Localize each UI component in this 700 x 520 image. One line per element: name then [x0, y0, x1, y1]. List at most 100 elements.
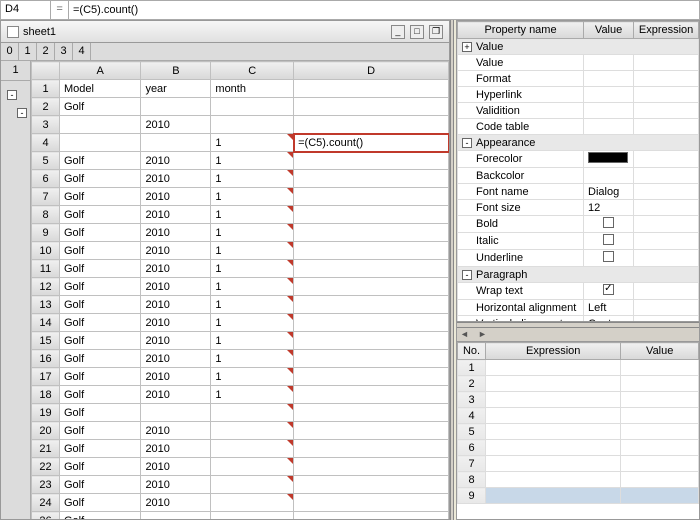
- checkbox-icon[interactable]: [603, 251, 614, 262]
- row-header[interactable]: 23: [32, 476, 60, 494]
- expr-cell-expression[interactable]: [486, 360, 621, 376]
- checkbox-icon[interactable]: [603, 284, 614, 295]
- cell-C21[interactable]: [211, 440, 294, 458]
- cell-C17[interactable]: 1: [211, 368, 294, 386]
- cell-C4[interactable]: 1: [211, 134, 294, 152]
- property-value[interactable]: Left: [584, 300, 634, 316]
- cell-C20[interactable]: [211, 422, 294, 440]
- expr-cell-value[interactable]: [621, 488, 699, 504]
- outline-level-3[interactable]: 3: [55, 43, 73, 60]
- cell-D17[interactable]: [294, 368, 449, 386]
- cell-D20[interactable]: [294, 422, 449, 440]
- row-header[interactable]: 10: [32, 242, 60, 260]
- cell-B15[interactable]: 2010: [141, 332, 211, 350]
- column-header-A[interactable]: A: [60, 62, 141, 80]
- cell-C7[interactable]: 1: [211, 188, 294, 206]
- cell-B9[interactable]: 2010: [141, 224, 211, 242]
- cell-D21[interactable]: [294, 440, 449, 458]
- outline-collapse-1[interactable]: -: [7, 90, 17, 100]
- formula-input[interactable]: [69, 1, 699, 19]
- cell-C18[interactable]: 1: [211, 386, 294, 404]
- cell-B20[interactable]: 2010: [141, 422, 211, 440]
- cell-D5[interactable]: [294, 152, 449, 170]
- property-value[interactable]: [584, 151, 634, 168]
- cell-B3[interactable]: 2010: [141, 116, 211, 134]
- expr-row-number[interactable]: 7: [458, 456, 486, 472]
- cell-D16[interactable]: [294, 350, 449, 368]
- cell-C9[interactable]: 1: [211, 224, 294, 242]
- cell-C14[interactable]: 1: [211, 314, 294, 332]
- expr-col-expression[interactable]: Expression: [486, 343, 621, 360]
- cell-B6[interactable]: 2010: [141, 170, 211, 188]
- cell-D23[interactable]: [294, 476, 449, 494]
- expr-row-number[interactable]: 9: [458, 488, 486, 504]
- cell-C8[interactable]: 1: [211, 206, 294, 224]
- expr-cell-expression[interactable]: [486, 408, 621, 424]
- cell-A14[interactable]: Golf: [60, 314, 141, 332]
- maximize-icon[interactable]: □: [410, 25, 424, 39]
- cell-D3[interactable]: [294, 116, 449, 134]
- property-value[interactable]: [584, 55, 634, 71]
- property-value[interactable]: Dialog: [584, 184, 634, 200]
- props-col-property-name[interactable]: Property name: [458, 22, 584, 39]
- outline-level-2[interactable]: 2: [37, 43, 55, 60]
- row-header[interactable]: 18: [32, 386, 60, 404]
- cell-D11[interactable]: [294, 260, 449, 278]
- cell-C16[interactable]: 1: [211, 350, 294, 368]
- cell-D22[interactable]: [294, 458, 449, 476]
- sheet-tab-name[interactable]: sheet1: [23, 26, 385, 38]
- expr-cell-value[interactable]: [621, 424, 699, 440]
- cell-A20[interactable]: Golf: [60, 422, 141, 440]
- property-value[interactable]: 12: [584, 200, 634, 216]
- props-col-expression[interactable]: Expression: [634, 22, 699, 39]
- cell-B18[interactable]: 2010: [141, 386, 211, 404]
- property-expression[interactable]: [634, 300, 699, 316]
- expr-cell-expression[interactable]: [486, 440, 621, 456]
- cell-C12[interactable]: 1: [211, 278, 294, 296]
- row-header[interactable]: 19: [32, 404, 60, 422]
- property-expression[interactable]: [634, 103, 699, 119]
- cell-B23[interactable]: 2010: [141, 476, 211, 494]
- property-expression[interactable]: [634, 151, 699, 168]
- property-expression[interactable]: [634, 168, 699, 184]
- expr-row-number[interactable]: 3: [458, 392, 486, 408]
- cell-C2[interactable]: [211, 98, 294, 116]
- property-value[interactable]: [584, 103, 634, 119]
- cell-B21[interactable]: 2010: [141, 440, 211, 458]
- row-header[interactable]: 5: [32, 152, 60, 170]
- expr-row-number[interactable]: 8: [458, 472, 486, 488]
- property-expression[interactable]: [634, 283, 699, 300]
- row-header[interactable]: 24: [32, 494, 60, 512]
- cell-reference-box[interactable]: D4: [1, 1, 51, 19]
- cell-A22[interactable]: Golf: [60, 458, 141, 476]
- cell-A8[interactable]: Golf: [60, 206, 141, 224]
- cell-A12[interactable]: Golf: [60, 278, 141, 296]
- cell-C10[interactable]: 1: [211, 242, 294, 260]
- expr-row-number[interactable]: 5: [458, 424, 486, 440]
- props-col-value[interactable]: Value: [584, 22, 634, 39]
- cell-C23[interactable]: [211, 476, 294, 494]
- checkbox-icon[interactable]: [603, 234, 614, 245]
- cell-D6[interactable]: [294, 170, 449, 188]
- row-header[interactable]: 26: [32, 512, 60, 520]
- property-value[interactable]: [584, 283, 634, 300]
- property-expression[interactable]: [634, 184, 699, 200]
- cell-B10[interactable]: 2010: [141, 242, 211, 260]
- row-header[interactable]: 14: [32, 314, 60, 332]
- cell-B17[interactable]: 2010: [141, 368, 211, 386]
- outline-level-1[interactable]: 1: [19, 43, 37, 60]
- cell-C19[interactable]: [211, 404, 294, 422]
- row-header[interactable]: 21: [32, 440, 60, 458]
- expr-row-number[interactable]: 2: [458, 376, 486, 392]
- expr-row-number[interactable]: 6: [458, 440, 486, 456]
- cell-B13[interactable]: 2010: [141, 296, 211, 314]
- property-expression[interactable]: [634, 55, 699, 71]
- cell-A6[interactable]: Golf: [60, 170, 141, 188]
- row-header[interactable]: 11: [32, 260, 60, 278]
- cell-A13[interactable]: Golf: [60, 296, 141, 314]
- expr-row-number[interactable]: 1: [458, 360, 486, 376]
- cell-C1[interactable]: month: [211, 80, 294, 98]
- cell-B24[interactable]: 2010: [141, 494, 211, 512]
- expr-cell-value[interactable]: [621, 456, 699, 472]
- property-expression[interactable]: [634, 71, 699, 87]
